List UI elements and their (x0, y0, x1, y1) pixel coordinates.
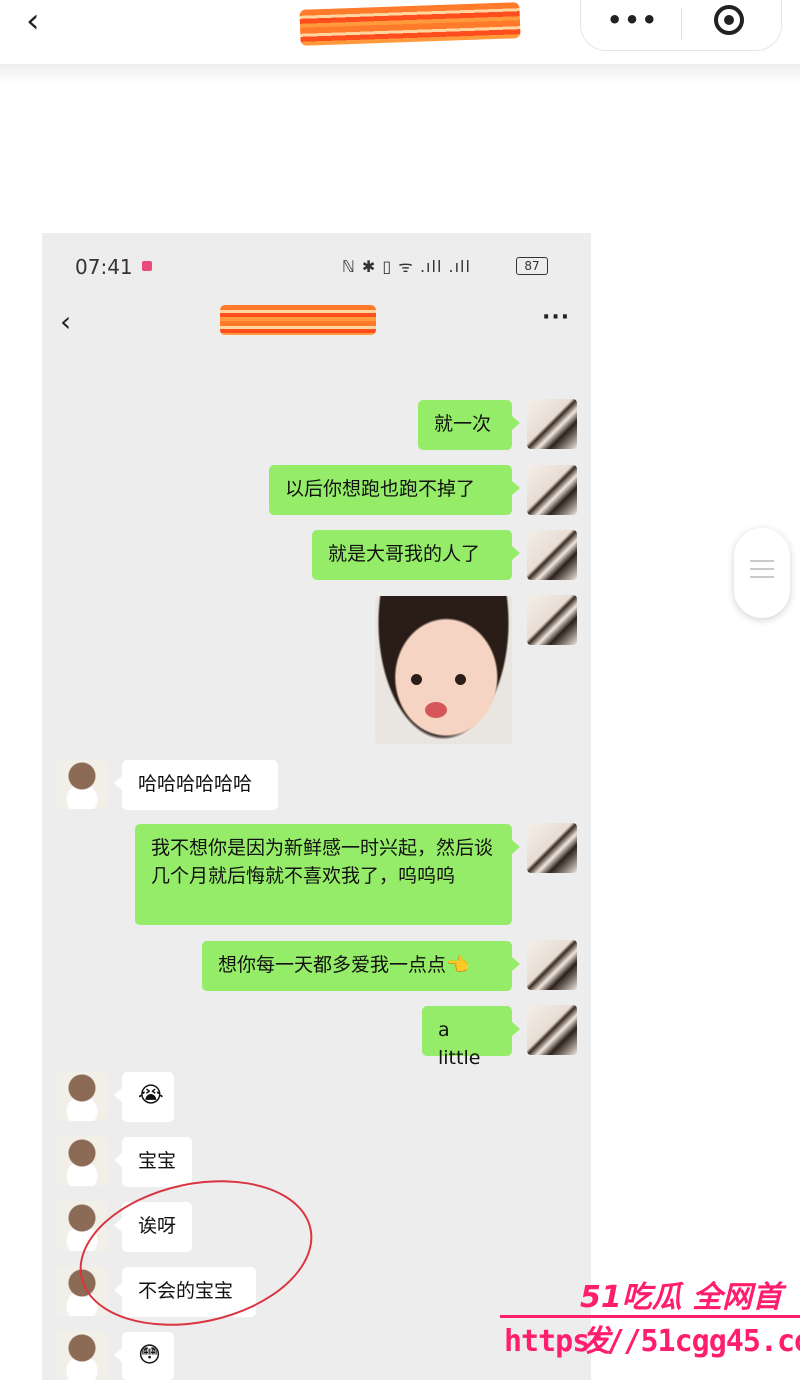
chat-screenshot: 07:41 ℕ ✱ ▯ ᯤ .ıll .ıll 87 ‹ ··· 就一次 以后你… (42, 233, 591, 1380)
back-icon[interactable]: ‹ (26, 4, 40, 38)
avatar[interactable] (57, 759, 107, 809)
watermark: 51吃瓜 全网首发 https://51cgg45.com (500, 1270, 800, 1380)
photo-detail (425, 702, 447, 718)
watermark-underline (500, 1315, 800, 1318)
battery-icon: 87 (516, 257, 548, 275)
menu-lines-icon (750, 560, 774, 582)
floating-menu-handle[interactable] (734, 528, 790, 618)
message-bubble-outgoing: 想你每一天都多爱我一点点👈 (202, 941, 520, 991)
message-bubble-incoming: 宝宝 (114, 1137, 192, 1187)
message-bubble-incoming: 哈哈哈哈哈哈 (114, 760, 278, 810)
top-divider (0, 64, 800, 84)
redacted-contact-name (220, 305, 376, 335)
photo-detail (411, 674, 422, 685)
mini-program-top-bar: ‹ ••• (0, 0, 800, 64)
message-bubble-outgoing: a little (422, 1006, 520, 1069)
target-icon[interactable] (714, 5, 744, 35)
message-bubble-incoming: 😭 (114, 1072, 174, 1122)
chat-back-icon[interactable]: ‹ (60, 305, 71, 338)
avatar[interactable] (527, 1005, 577, 1055)
avatar[interactable] (527, 465, 577, 515)
watermark-url: https://51cgg45.com (504, 1324, 800, 1359)
avatar[interactable] (527, 940, 577, 990)
red-annotation-circle (66, 1159, 326, 1347)
avatar[interactable] (527, 823, 577, 873)
message-bubble-incoming: 😳 (114, 1332, 174, 1380)
avatar[interactable] (527, 399, 577, 449)
redacted-title (299, 2, 521, 46)
status-time: 07:41 (75, 255, 133, 279)
menu-capsule: ••• (580, 0, 782, 51)
message-bubble-outgoing: 以后你想跑也跑不掉了 (269, 465, 520, 515)
chat-more-icon[interactable]: ··· (542, 305, 570, 330)
avatar[interactable] (527, 595, 577, 645)
message-bubble-outgoing: 我不想你是因为新鲜感一时兴起，然后谈几个月就后悔就不喜欢我了，呜呜呜 (135, 824, 520, 925)
photo-detail (455, 674, 466, 685)
status-bar: 07:41 ℕ ✱ ▯ ᯤ .ıll .ıll 87 (42, 233, 591, 293)
notification-dot (142, 261, 152, 271)
status-icons: ℕ ✱ ▯ ᯤ .ıll .ıll (342, 257, 471, 276)
message-bubble-outgoing: 就一次 (418, 400, 520, 450)
chat-header: ‹ ··· (42, 293, 591, 353)
avatar[interactable] (57, 1136, 107, 1186)
more-icon[interactable]: ••• (607, 6, 659, 34)
avatar[interactable] (57, 1331, 107, 1380)
capsule-divider (681, 8, 682, 40)
photo-message[interactable] (375, 596, 512, 744)
avatar[interactable] (57, 1071, 107, 1121)
message-bubble-outgoing: 就是大哥我的人了 (312, 530, 520, 580)
avatar[interactable] (527, 530, 577, 580)
